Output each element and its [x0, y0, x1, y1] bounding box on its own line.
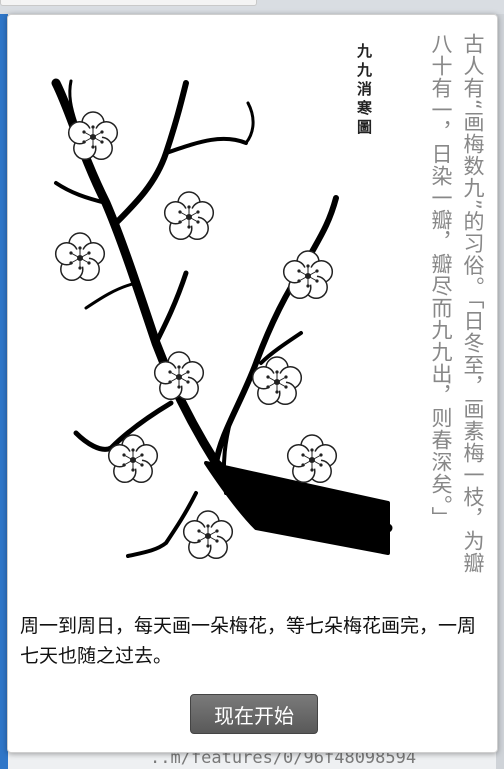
poem-text: 古人有“画梅数九”的习俗。「日冬至，画素梅一枝，为瓣八十有一，日染一瓣，瓣尽而九… — [429, 33, 485, 575]
background-top-bar — [0, 0, 504, 14]
painting-title: 九九消寒圖 — [355, 43, 373, 138]
plum-blossom-popup: 九九消寒圖 古人有“画梅数九”的习俗。「日冬至，画素梅一枝，为瓣八十有一，日染一… — [7, 14, 498, 753]
start-button[interactable]: 现在开始 — [190, 694, 318, 734]
background-address-bar — [0, 0, 257, 6]
plum-blossom-painting: 九九消寒圖 — [16, 23, 396, 583]
description-text: 周一到周日，每天画一朵梅花，等七朵梅花画完，一周七天也随之过去。 — [20, 615, 477, 667]
